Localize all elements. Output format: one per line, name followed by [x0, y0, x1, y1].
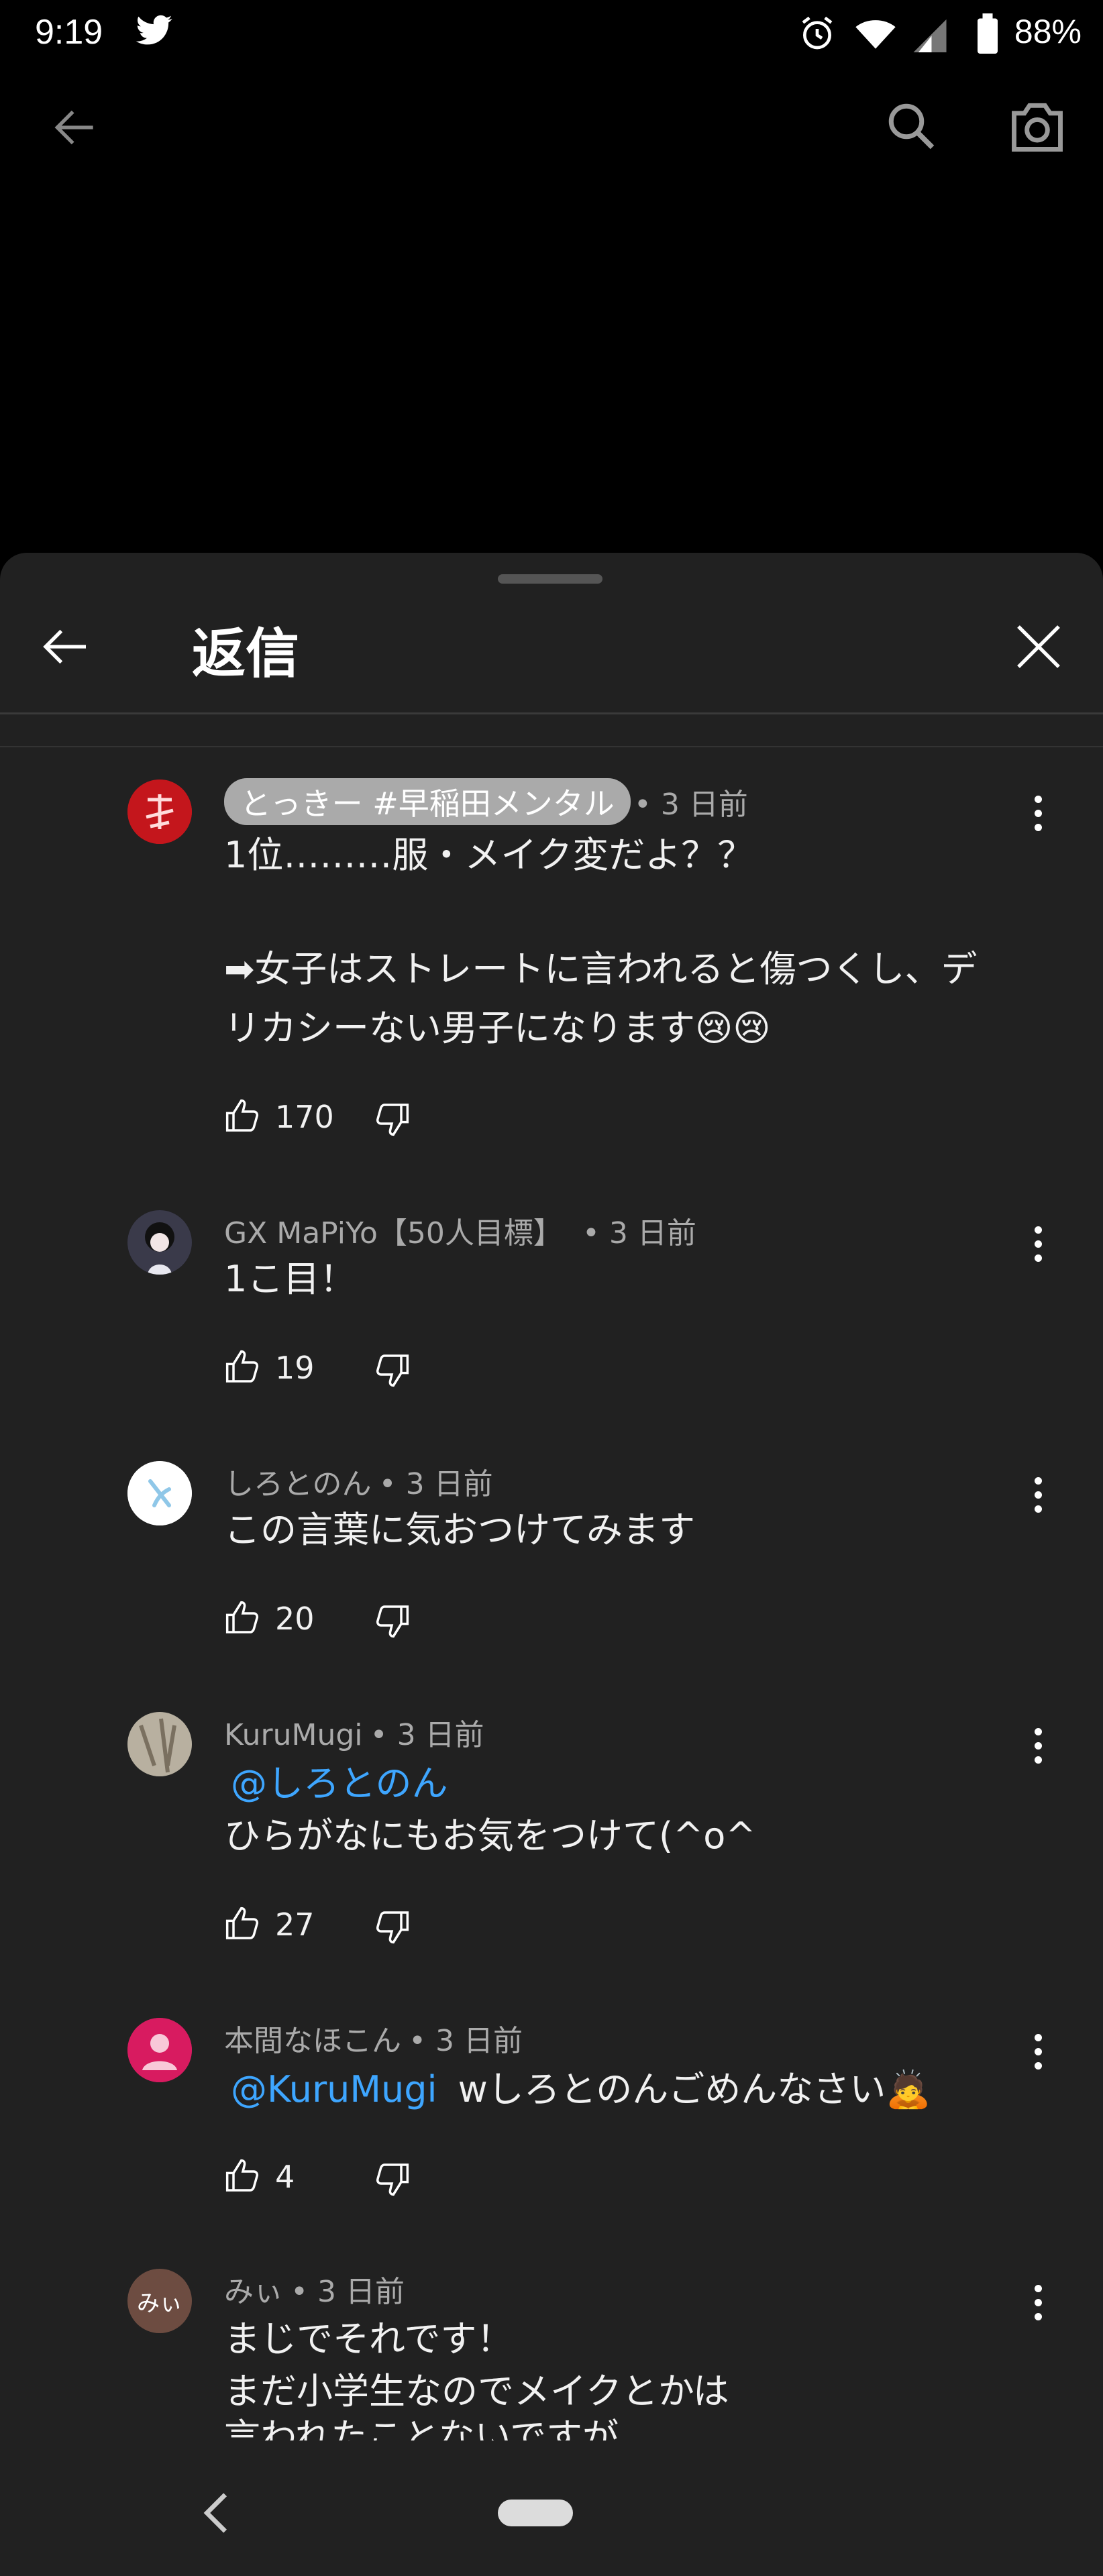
avatar-label: みぃ [137, 2290, 182, 2317]
author-name[interactable]: みぃ [224, 2275, 283, 2309]
more-options-icon[interactable] [1035, 2285, 1044, 2327]
like-icon[interactable] [224, 1348, 262, 1386]
header-divider [0, 712, 1103, 714]
status-time: 9:19 [35, 13, 103, 52]
camera-icon[interactable] [1006, 97, 1068, 156]
avatar-graphic-icon [127, 1461, 192, 1525]
comment-time: • 3 日前 [633, 788, 748, 822]
comment-line: 1位………服・メイク変だよ？？ [224, 834, 754, 876]
alarm-icon [802, 16, 833, 50]
avatar[interactable] [127, 780, 192, 844]
battery-percent: 88% [1014, 13, 1082, 50]
close-icon[interactable] [1012, 620, 1065, 674]
comment-header: とっきー #早稲田メンタル • 3 日前 [224, 778, 748, 825]
mention-link[interactable]: @KuruMugi [231, 2068, 437, 2110]
dislike-icon[interactable] [373, 1351, 411, 1389]
avatar[interactable] [127, 1712, 192, 1776]
author-name[interactable]: しろとのん [224, 1467, 372, 1501]
nav-back-icon[interactable] [199, 2490, 233, 2536]
comment-line: まじでそれです！ [224, 2318, 513, 2360]
like-count: 4 [275, 2159, 295, 2195]
dislike-icon[interactable] [373, 1908, 411, 1945]
wifi-icon [855, 20, 896, 49]
avatar[interactable] [127, 2018, 192, 2082]
comment-time: • 3 日前 [370, 1718, 484, 1752]
avatar[interactable] [127, 1461, 192, 1525]
comment-header: 本間なほこん • 3 日前 [224, 2017, 523, 2059]
like-count: 20 [275, 1601, 315, 1637]
comment-header: みぃ • 3 日前 [224, 2267, 405, 2310]
signal-icon [913, 19, 947, 52]
author-name[interactable]: 本間なほこん [224, 2024, 401, 2058]
like-icon[interactable] [224, 1905, 262, 1943]
more-options-icon[interactable] [1035, 2034, 1044, 2076]
author-name[interactable]: KuruMugi [224, 1718, 363, 1752]
battery-icon [978, 13, 998, 54]
twitter-icon [136, 15, 172, 45]
drag-handle[interactable] [498, 574, 602, 584]
comment-header: しろとのん • 3 日前 [224, 1460, 493, 1503]
like-icon[interactable] [224, 2157, 262, 2195]
dislike-icon[interactable] [373, 1602, 411, 1640]
search-icon[interactable] [883, 98, 939, 154]
avatar-graphic-icon [127, 780, 192, 844]
home-pill[interactable] [498, 2500, 573, 2526]
comment-line: @KuruMugi wしろとのんごめんなさい🙇 [231, 2062, 931, 2117]
avatar-graphic-icon [127, 1210, 192, 1275]
sheet-title: 返信 [192, 623, 299, 685]
header-divider [0, 746, 1103, 747]
comment-time: • 3 日前 [291, 2275, 405, 2309]
like-count: 170 [275, 1099, 334, 1135]
comment-line: ひらがなにもお気をつけて(^o^ [224, 1815, 756, 1857]
avatar-graphic-icon [127, 1712, 192, 1776]
comment-line: ➡女子はストレートに言われると傷つくし、デ [224, 948, 978, 990]
default-avatar-icon [127, 2018, 192, 2082]
comment-time: • 3 日前 [378, 1467, 493, 1501]
more-options-icon[interactable] [1035, 1226, 1044, 1269]
mention-link[interactable]: @しろとのん [231, 1756, 448, 1811]
more-options-icon[interactable] [1035, 1477, 1044, 1519]
comment-line: リカシーない男子になります😢😢 [224, 1007, 771, 1049]
like-count: 27 [275, 1907, 315, 1943]
author-name[interactable]: とっきー #早稲田メンタル [224, 778, 631, 825]
comment-line-clip: 言われたことないですが [224, 2412, 895, 2440]
back-arrow-icon[interactable] [48, 101, 102, 154]
dislike-icon[interactable] [373, 2160, 411, 2198]
comment-text: wしろとのんごめんなさい🙇 [458, 2068, 931, 2110]
comment-line: 1こ目！ [224, 1258, 356, 1300]
dislike-icon[interactable] [373, 1100, 411, 1138]
avatar[interactable]: みぃ [127, 2269, 192, 2333]
comment-line: この言葉に気おつけてみます [224, 1509, 695, 1551]
comment-time: • 3 日前 [582, 1216, 696, 1250]
comment-line: まだ小学生なのでメイクとかは [224, 2370, 729, 2412]
comment-header: GX MaPiYo【50人目標】 • 3 日前 [224, 1209, 696, 1252]
comment-time: • 3 日前 [409, 2024, 523, 2058]
like-icon[interactable] [224, 1097, 262, 1135]
back-arrow-icon[interactable] [39, 620, 93, 674]
more-options-icon[interactable] [1035, 1728, 1044, 1770]
comment-line: 言われたことないですが [224, 2416, 619, 2440]
comment-header: KuruMugi • 3 日前 [224, 1711, 484, 1754]
like-icon[interactable] [224, 1599, 262, 1637]
like-count: 19 [275, 1350, 315, 1386]
author-name[interactable]: GX MaPiYo【50人目標】 [224, 1216, 563, 1250]
avatar[interactable] [127, 1210, 192, 1275]
more-options-icon[interactable] [1035, 796, 1044, 838]
